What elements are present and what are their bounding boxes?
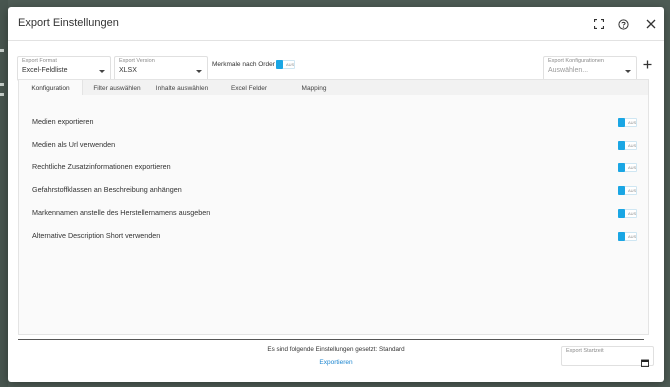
- toggle-state: AUS: [628, 211, 637, 216]
- export-format-label: Export Format: [22, 58, 57, 64]
- configuration-panel: Medien exportieren AUS Medien als Url ve…: [18, 95, 649, 335]
- chevron-down-icon: [99, 70, 105, 73]
- chevron-down-icon: [625, 70, 631, 73]
- help-icon: [617, 18, 629, 30]
- toggle-state: AUS: [628, 188, 637, 193]
- export-format-select[interactable]: Export Format Excel-Feldliste: [17, 56, 111, 81]
- setting-toggle-alternative-description[interactable]: AUS: [618, 232, 637, 241]
- export-configurations-label: Export Konfigurationen: [548, 58, 604, 64]
- toggle-knob: [276, 60, 283, 69]
- setting-toggle-markennamen[interactable]: AUS: [618, 209, 637, 218]
- tab-mapping[interactable]: Mapping: [294, 80, 334, 96]
- dialog-title: Export Einstellungen: [18, 17, 119, 29]
- plus-icon: [643, 60, 651, 68]
- toggle-knob: [618, 163, 625, 172]
- setting-label: Gefahrstoffklassen an Beschreibung anhän…: [32, 185, 182, 194]
- toggle-state: AUS: [628, 165, 637, 170]
- fullscreen-icon: [594, 19, 604, 29]
- backdrop-mark: [0, 93, 4, 96]
- setting-toggle-rechtliche-zusatzinformationen[interactable]: AUS: [618, 163, 637, 172]
- close-button[interactable]: [642, 15, 660, 33]
- help-button[interactable]: [614, 15, 632, 33]
- backdrop-mark: [0, 49, 4, 52]
- backdrop-mark: [0, 83, 4, 86]
- fullscreen-button[interactable]: [590, 15, 608, 33]
- features-by-order-label: Merkmale nach Order: [212, 61, 275, 68]
- tab-filter-auswaehlen[interactable]: Filter auswählen: [89, 80, 145, 96]
- dialog-header: Export Einstellungen: [8, 7, 664, 41]
- toggle-knob: [618, 209, 625, 218]
- tab-bar: Konfiguration Filter auswählen Inhalte a…: [18, 79, 649, 96]
- export-settings-dialog: Export Einstellungen Export Format Excel…: [8, 7, 664, 382]
- toggle-state: AUS: [628, 143, 637, 148]
- calendar-icon[interactable]: [641, 354, 649, 372]
- export-version-label: Export Version: [119, 58, 155, 64]
- export-start-time-label: Export Startzeit: [566, 348, 604, 354]
- export-format-value: Excel-Feldliste: [22, 67, 68, 74]
- export-configurations-placeholder: Auswählen...: [548, 67, 589, 74]
- setting-toggle-medien-als-url[interactable]: AUS: [618, 141, 637, 150]
- setting-label: Alternative Description Short verwenden: [32, 231, 161, 240]
- settings-status-text: Es sind folgende Einstellungen gesetzt: …: [267, 346, 405, 353]
- features-by-order-toggle[interactable]: AUS: [276, 60, 295, 69]
- setting-label: Medien als Url verwenden: [32, 140, 116, 149]
- toggle-state: AUS: [286, 62, 295, 67]
- export-version-value: XLSX: [119, 67, 137, 74]
- toggle-state: AUS: [628, 234, 637, 239]
- toggle-state: AUS: [628, 120, 637, 125]
- tab-konfiguration[interactable]: Konfiguration: [19, 80, 83, 96]
- close-icon: [646, 19, 656, 29]
- toggle-knob: [618, 232, 625, 241]
- setting-label: Medien exportieren: [32, 117, 94, 126]
- export-configurations-select[interactable]: Export Konfigurationen Auswählen...: [543, 56, 637, 81]
- add-configuration-button[interactable]: [640, 57, 654, 71]
- toggle-knob: [618, 118, 625, 127]
- footer-divider: [18, 339, 644, 340]
- tab-inhalte-auswaehlen[interactable]: Inhalte auswählen: [152, 80, 212, 96]
- export-start-time-input[interactable]: Export Startzeit: [561, 346, 654, 367]
- setting-toggle-gefahrstoffklassen[interactable]: AUS: [618, 186, 637, 195]
- toggle-knob: [618, 141, 625, 150]
- export-version-select[interactable]: Export Version XLSX: [114, 56, 208, 81]
- chevron-down-icon: [196, 70, 202, 73]
- setting-label: Rechtliche Zusatzinformationen exportier…: [32, 162, 171, 171]
- toggle-knob: [618, 186, 625, 195]
- setting-label: Markennamen anstelle des Herstellernamen…: [32, 208, 211, 217]
- export-link-label: Exportieren: [319, 359, 353, 366]
- setting-toggle-medien-exportieren[interactable]: AUS: [618, 118, 637, 127]
- tab-excel-felder[interactable]: Excel Felder: [224, 80, 274, 96]
- backdrop: [0, 0, 8, 387]
